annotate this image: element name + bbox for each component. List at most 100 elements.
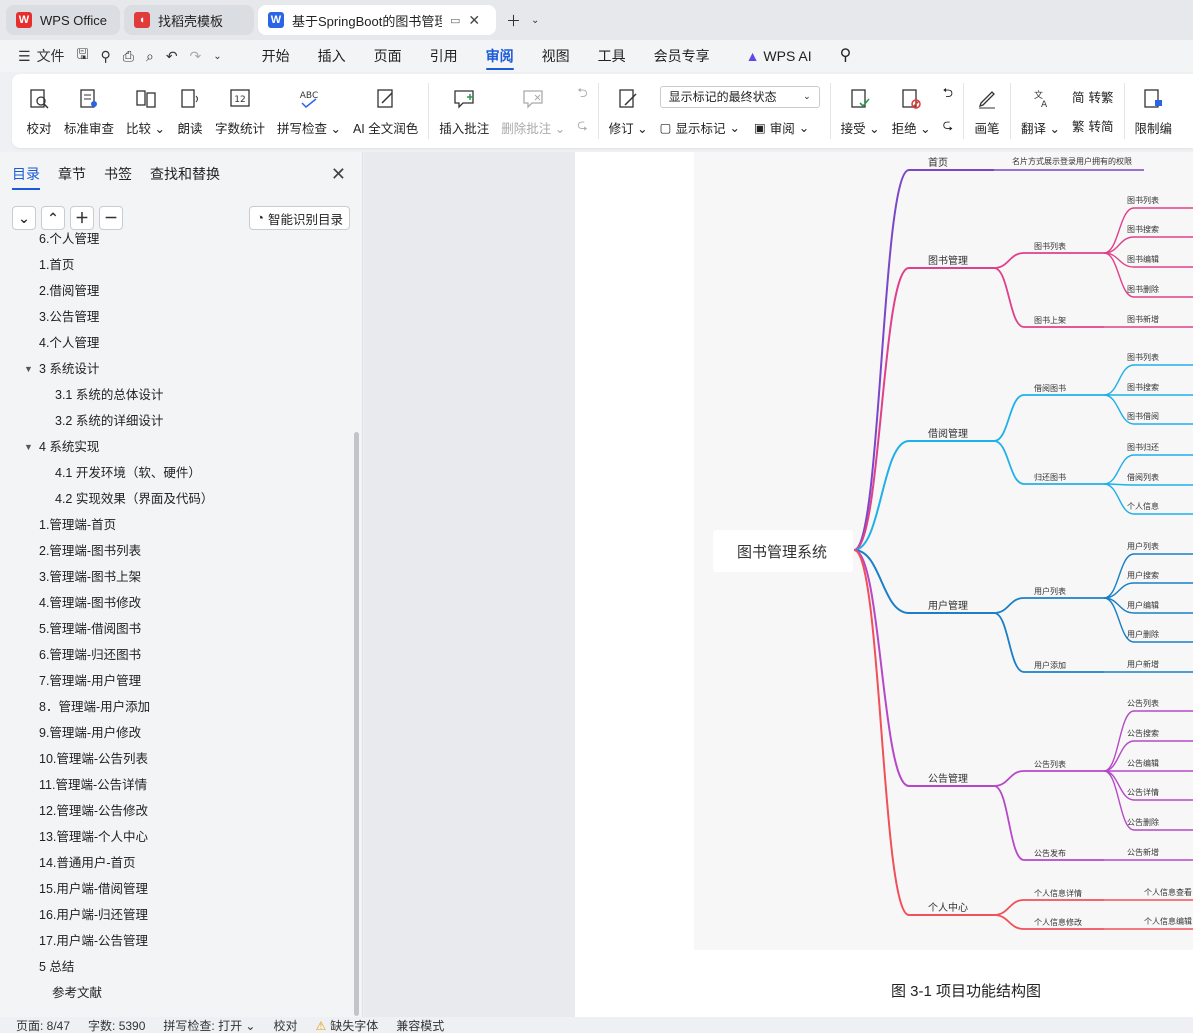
toc-item[interactable]: 12.管理端-公告修改 — [0, 798, 352, 824]
document-area[interactable]: 图书管理系统 首页 名片方式展示登录用户拥有的权限 图书管理 图书列表 图书列表 图书搜索图… — [364, 152, 1193, 1017]
expand-triangle-icon[interactable]: ▼ — [24, 434, 33, 460]
monitor-icon[interactable]: ▭ — [450, 14, 460, 27]
prev-change-icon[interactable]: ⮌ — [943, 84, 953, 106]
next-comment-icon[interactable]: ⮎ — [577, 116, 587, 138]
nav-tab-find-replace[interactable]: 查找和替换 — [150, 164, 220, 190]
toc-item[interactable]: 1.首页 — [0, 252, 352, 278]
toc-item-label: 3.公告管理 — [39, 310, 100, 324]
toc-item[interactable]: 13.管理端-个人中心 — [0, 824, 352, 850]
restrict-edit-button[interactable]: 限制编 — [1129, 79, 1179, 143]
toc-item[interactable]: 5 总结 — [0, 954, 352, 980]
toc-item[interactable]: 14.普通用户-首页 — [0, 850, 352, 876]
tab-list-chevron-icon[interactable]: ⌄ — [531, 15, 539, 26]
tab-docer-templates[interactable]: ◖ 找稻壳模板 — [124, 5, 254, 35]
toc-item[interactable]: 3.管理端-图书上架 — [0, 564, 352, 590]
toc-item[interactable]: 3.1 系统的总体设计 — [0, 382, 352, 408]
file-menu[interactable]: 文件 — [37, 46, 65, 66]
redo-icon[interactable]: ↷ — [190, 48, 202, 65]
expand-triangle-icon[interactable]: ▼ — [24, 356, 33, 382]
toc-item[interactable]: 4.2 实现效果（界面及代码） — [0, 486, 352, 512]
toc-item[interactable]: 参考文献 — [0, 980, 352, 1006]
toc-item[interactable]: 6.个人管理 — [0, 226, 352, 252]
menu-view[interactable]: 视图 — [528, 40, 584, 72]
nav-tab-bookmarks[interactable]: 书签 — [104, 164, 132, 190]
toc-item[interactable]: 4.个人管理 — [0, 330, 352, 356]
wps-ai-icon: ▲ — [745, 48, 760, 64]
word-count-status[interactable]: 字数: 5390 — [88, 1017, 145, 1033]
proof-status[interactable]: 校对 — [273, 1017, 297, 1033]
toc-item[interactable]: 7.管理端-用户管理 — [0, 668, 352, 694]
toc-item[interactable]: 5.管理端-借阅图书 — [0, 616, 352, 642]
toc-item[interactable]: 15.用户端-借阅管理 — [0, 876, 352, 902]
markup-group: 显示标记的最终状态 ⌄ ▢ 显示标记 ⌄ ▣ 审阅 ⌄ — [654, 85, 826, 137]
toc-item[interactable]: 2.管理端-图书列表 — [0, 538, 352, 564]
menu-tools[interactable]: 工具 — [584, 40, 640, 72]
toc-item[interactable]: 16.用户端-归还管理 — [0, 902, 352, 928]
new-tab-icon[interactable]: ＋ — [506, 10, 521, 31]
spell-check-status[interactable]: 拼写检查: 打开 ⌄ — [163, 1017, 255, 1033]
link-icon[interactable]: ⚲ — [101, 48, 111, 65]
toc-item[interactable]: 6.管理端-归还图书 — [0, 642, 352, 668]
nav-tab-chapters[interactable]: 章节 — [58, 164, 86, 190]
toc-item[interactable]: 2.借阅管理 — [0, 278, 352, 304]
next-change-icon[interactable]: ⮎ — [943, 116, 953, 138]
toc-item[interactable]: ▼ 3 系统设计 — [0, 356, 352, 382]
menu-start[interactable]: 开始 — [248, 40, 304, 72]
toc-item[interactable]: 9.管理端-用户修改 — [0, 720, 352, 746]
toc-item[interactable]: ▼ 4 系统实现 — [0, 434, 352, 460]
document-page[interactable]: 图书管理系统 首页 名片方式展示登录用户拥有的权限 图书管理 图书列表 图书列表 图书搜索图… — [575, 152, 1193, 1017]
close-tab-icon[interactable]: ✕ — [468, 12, 480, 29]
menu-insert[interactable]: 插入 — [304, 40, 360, 72]
toc-item[interactable]: 4.管理端-图书修改 — [0, 590, 352, 616]
insert-comment-button[interactable]: 插入批注 — [433, 79, 495, 143]
toc-item[interactable]: 4.1 开发环境（软、硬件） — [0, 460, 352, 486]
toc-scrollbar[interactable] — [354, 432, 359, 1016]
mindmap-link — [993, 440, 1025, 485]
save-icon[interactable]: 🖫 — [77, 44, 89, 68]
word-count-button[interactable]: 12 字数统计 — [209, 79, 271, 143]
proofread-button[interactable]: 校对 — [12, 79, 58, 143]
print-preview-icon[interactable]: ⌕ — [146, 48, 154, 65]
search-icon[interactable]: ⚲ — [826, 40, 866, 72]
toc-item[interactable]: 3.2 系统的详细设计 — [0, 408, 352, 434]
compare-button[interactable]: 比较 ⌄ — [120, 79, 171, 143]
tab-current-document[interactable]: W 基于SpringBoot的图书管理系 ▭ ✕ — [258, 5, 496, 35]
menu-review[interactable]: 审阅 — [472, 40, 528, 72]
revise-button[interactable]: 修订 ⌄ — [603, 79, 654, 143]
print-icon[interactable]: ⎙ — [123, 48, 134, 65]
toc-item[interactable]: 3.公告管理 — [0, 304, 352, 330]
toc-item-label: 参考文献 — [52, 986, 103, 1000]
toc-item[interactable]: 1.管理端-首页 — [0, 512, 352, 538]
nav-tab-toc[interactable]: 目录 — [12, 164, 40, 190]
toc-item[interactable]: 10.管理端-公告列表 — [0, 746, 352, 772]
toc-item[interactable]: 17.用户端-公告管理 — [0, 928, 352, 954]
standard-review-button[interactable]: 标准审查 — [58, 79, 120, 143]
hamburger-menu-icon[interactable]: ☰ — [18, 48, 31, 65]
menu-page[interactable]: 页面 — [360, 40, 416, 72]
show-markup-button[interactable]: ▢ 显示标记 ⌄ — [660, 118, 740, 137]
more-chevron-icon[interactable]: ⌄ — [213, 51, 221, 62]
markup-mode-select[interactable]: 显示标记的最终状态 ⌄ — [659, 85, 820, 108]
menu-wps-ai[interactable]: ▲ WPS AI — [732, 40, 826, 72]
undo-icon[interactable]: ↶ — [166, 48, 178, 65]
page-indicator[interactable]: 页面: 8/47 — [16, 1017, 70, 1033]
review-pane-button[interactable]: ▣ 审阅 ⌄ — [754, 118, 809, 137]
toc-item[interactable]: 8．管理端-用户添加 — [0, 694, 352, 720]
menu-references[interactable]: 引用 — [416, 40, 472, 72]
to-traditional-button[interactable]: 简转繁 — [1072, 87, 1114, 106]
translate-button[interactable]: 文A 翻译 ⌄ — [1015, 79, 1066, 143]
accept-button[interactable]: 接受 ⌄ — [835, 79, 886, 143]
spell-check-button[interactable]: ABC 拼写检查 ⌄ — [271, 79, 347, 143]
to-simplified-button[interactable]: 繁转简 — [1072, 116, 1114, 135]
ai-polish-button[interactable]: AI 全文润色 — [347, 79, 424, 143]
delete-comment-button[interactable]: 删除批注 ⌄ — [495, 79, 571, 143]
menu-member[interactable]: 会员专享 — [640, 40, 724, 72]
reject-button[interactable]: 拒绝 ⌄ — [886, 79, 937, 143]
missing-font-status[interactable]: ⚠ 缺失字体 — [315, 1017, 378, 1033]
toc-item[interactable]: 11.管理端-公告详情 — [0, 772, 352, 798]
read-aloud-button[interactable]: 朗读 — [171, 79, 209, 143]
tab-wps-office[interactable]: W WPS Office — [6, 5, 120, 35]
pen-button[interactable]: 画笔 — [968, 79, 1006, 143]
close-icon[interactable]: ✕ — [331, 164, 346, 185]
prev-comment-icon[interactable]: ⮌ — [577, 84, 587, 106]
